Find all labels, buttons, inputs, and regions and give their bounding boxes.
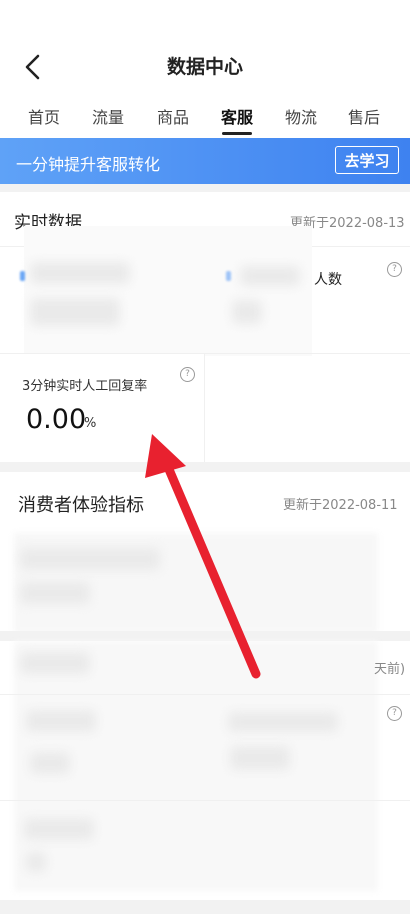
promo-banner[interactable]: 一分钟提升客服转化 去学习 [0,138,410,184]
section-divider [0,631,410,641]
learn-button[interactable]: 去学习 [335,146,399,174]
experience-title: 消费者体验指标 [18,495,144,516]
help-icon[interactable]: ? [387,262,402,277]
page-title: 数据中心 [166,56,243,78]
blue-dot [226,271,231,281]
tab-after-sales[interactable]: 售后 [348,104,380,128]
banner-text: 一分钟提升客服转化 [16,155,161,174]
blurred-metric-label-2 [240,266,300,286]
blurred-metric-value [30,298,120,326]
tab-traffic[interactable]: 流量 [92,104,124,128]
reply-rate-value: 0.00 [26,404,87,435]
help-icon[interactable]: ? [180,367,195,382]
experience-updated: 更新于2022-08-11 [283,498,398,513]
blurred-line [24,818,94,840]
tab-home[interactable]: 首页 [28,104,60,128]
divider [0,800,410,801]
blurred-line [20,652,90,674]
blurred-line [230,746,290,770]
reply-rate-unit: % [84,416,97,431]
blurred-line [20,548,160,570]
blurred-line [26,710,96,732]
active-tab-indicator [222,132,252,135]
section-divider [0,184,410,192]
blurred-line [228,712,338,732]
tab-logistics[interactable]: 物流 [285,104,317,128]
reply-rate-label: 3分钟实时人工回复率 [22,379,148,394]
app-header: 数据中心 [0,0,410,95]
section-divider [0,900,410,914]
partial-date: 天前) [374,662,406,677]
blurred-overlay [24,226,312,356]
help-icon[interactable]: ? [387,706,402,721]
blurred-line [26,852,46,872]
blurred-line [20,582,90,604]
tab-products[interactable]: 商品 [157,104,189,128]
blue-dot [20,271,25,281]
tab-customer-service[interactable]: 客服 [221,104,253,128]
blurred-metric-label [30,262,130,284]
divider [0,694,410,695]
tab-bar: 首页 流量 商品 客服 物流 售后 [0,100,410,136]
blurred-metric-value-2 [232,300,262,324]
blurred-line [30,752,70,774]
section-divider [0,462,410,472]
metric-label-partial: 人数 [314,272,342,288]
